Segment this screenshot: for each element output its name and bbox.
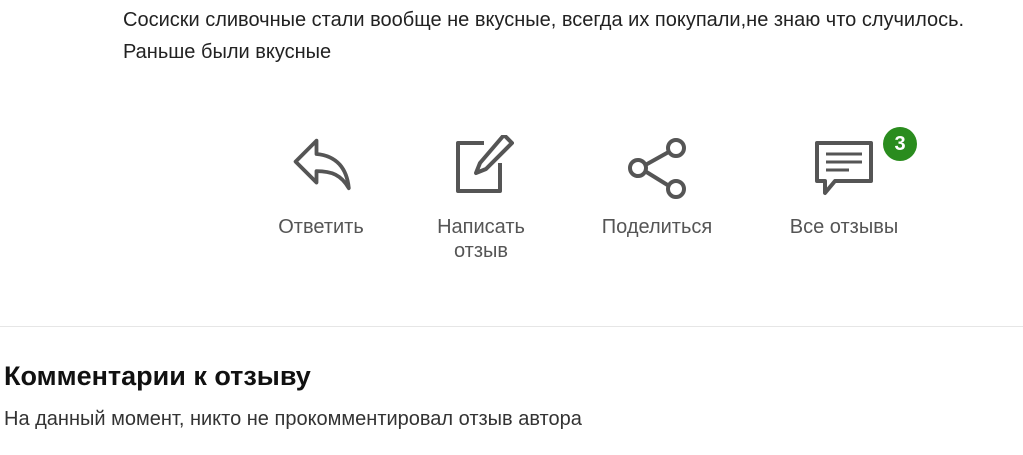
- comments-empty-text: На данный момент, никто не прокомментиро…: [4, 408, 582, 430]
- comments-icon: 3: [811, 127, 917, 201]
- review-count-badge: 3: [883, 127, 917, 161]
- section-divider: [0, 326, 1023, 327]
- share-icon: [624, 135, 690, 201]
- reply-button[interactable]: Ответить: [271, 135, 371, 239]
- edit-icon: [448, 135, 514, 201]
- reply-icon: [288, 135, 354, 201]
- review-text: Сосиски сливочные стали вообще не вкусны…: [123, 9, 965, 63]
- all-reviews-button[interactable]: 3 Все отзывы: [780, 127, 917, 239]
- share-label: Поделиться: [601, 216, 713, 238]
- comments-title: Комментарии к отзыву: [4, 361, 311, 391]
- write-review-button[interactable]: Написать отзыв: [426, 135, 536, 263]
- reply-label: Ответить: [278, 216, 364, 238]
- write-review-label: Написать отзыв: [437, 216, 525, 262]
- all-reviews-label: Все отзывы: [789, 216, 899, 238]
- review-actions: Ответить Написать отзыв Поделиться 3 Все…: [0, 127, 1023, 275]
- share-button[interactable]: Поделиться: [591, 135, 723, 239]
